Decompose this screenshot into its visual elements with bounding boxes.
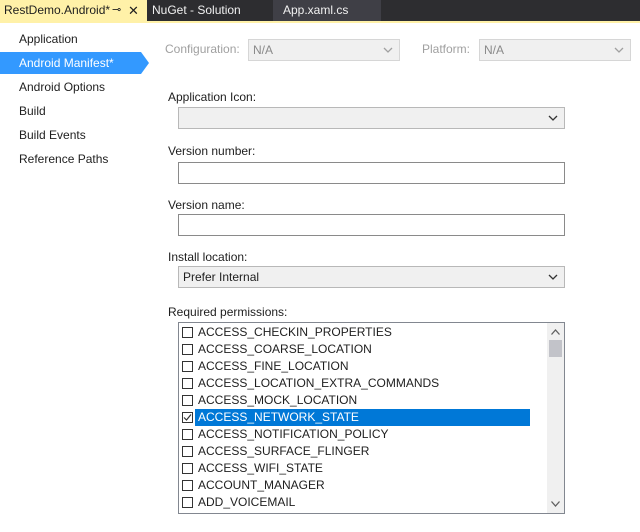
permission-label: ACCOUNT_MANAGER — [198, 478, 325, 492]
checkbox-unchecked[interactable] — [182, 327, 193, 338]
sidebar-item-label: Build Events — [19, 128, 86, 142]
tab-label: App.xaml.cs — [283, 3, 349, 17]
configuration-value: N/A — [253, 43, 274, 57]
pin-icon[interactable]: ⊸ — [112, 0, 121, 21]
checkbox-unchecked[interactable] — [182, 395, 193, 406]
permission-item[interactable]: ACCESS_NOTIFICATION_POLICY — [179, 426, 548, 443]
tab-label: RestDemo.Android* — [4, 3, 111, 17]
permission-item[interactable]: ACCESS_FINE_LOCATION — [179, 358, 548, 375]
permission-item[interactable]: ADD_VOICEMAIL — [179, 494, 548, 511]
platform-value: N/A — [484, 43, 505, 57]
platform-label: Platform: — [422, 42, 471, 56]
sidebar-item-label: Android Manifest* — [19, 56, 114, 70]
permissions-scrollbar[interactable] — [547, 323, 564, 513]
permission-item[interactable]: ACCESS_SURFACE_FLINGER — [179, 443, 548, 460]
version-name-input[interactable] — [179, 215, 564, 235]
sidebar-item-reference-paths[interactable]: Reference Paths — [0, 148, 141, 170]
checkbox-checked[interactable] — [182, 412, 193, 423]
version-number-input[interactable] — [179, 163, 564, 183]
android-manifest-page: Configuration: N/A Platform: N/A Applica… — [150, 23, 640, 532]
permission-label: ACCESS_MOCK_LOCATION — [198, 393, 358, 407]
sidebar-item-label: Reference Paths — [19, 152, 109, 166]
scroll-up-arrow-icon[interactable] — [551, 329, 560, 335]
tab-label: NuGet - Solution — [152, 3, 241, 17]
permission-label: ACCESS_LOCATION_EXTRA_COMMANDS — [198, 376, 440, 390]
checkbox-unchecked[interactable] — [182, 378, 193, 389]
permission-label: ACCESS_COARSE_LOCATION — [198, 342, 372, 356]
sidebar-item-build[interactable]: Build — [0, 100, 141, 122]
version-number-label: Version number: — [168, 144, 256, 158]
tab-restdemo-android[interactable]: RestDemo.Android* — [0, 0, 147, 21]
checkmark-icon — [183, 414, 192, 421]
permission-label: ACCESS_NETWORK_STATE — [195, 409, 530, 426]
permission-label: ACCESS_CHECKIN_PROPERTIES — [198, 325, 392, 339]
sidebar-item-application[interactable]: Application — [0, 28, 141, 50]
chevron-down-icon — [548, 274, 558, 280]
tab-nuget-solution[interactable]: NuGet - Solution — [147, 0, 273, 21]
permission-item[interactable]: ACCOUNT_MANAGER — [179, 477, 548, 494]
permission-item[interactable]: ACCESS_COARSE_LOCATION — [179, 341, 548, 358]
scrollbar-thumb[interactable] — [549, 340, 562, 357]
configuration-label: Configuration: — [165, 42, 240, 56]
version-name-label: Version name: — [168, 198, 245, 212]
selection-pointer — [141, 52, 149, 74]
permission-item[interactable]: ACCESS_MOCK_LOCATION — [179, 392, 548, 409]
checkbox-unchecked[interactable] — [182, 497, 193, 508]
permission-item[interactable]: ACCESS_LOCATION_EXTRA_COMMANDS — [179, 375, 548, 392]
sidebar-item-label: Application — [19, 32, 78, 46]
application-icon-dropdown[interactable] — [178, 107, 565, 129]
sidebar-item-android-manifest[interactable]: Android Manifest* — [0, 52, 141, 74]
sidebar-item-label: Build — [19, 104, 46, 118]
install-location-dropdown[interactable]: Prefer Internal — [178, 266, 565, 288]
project-properties-sidebar: Application Android Manifest* Android Op… — [0, 23, 150, 532]
chevron-down-icon — [614, 47, 624, 53]
sidebar-item-label: Android Options — [19, 80, 106, 94]
permission-item[interactable]: ACCESS_NETWORK_STATE — [179, 409, 548, 426]
permission-item[interactable]: ACCESS_CHECKIN_PROPERTIES — [179, 324, 548, 341]
application-icon-label: Application Icon: — [168, 90, 257, 104]
version-number-field[interactable] — [178, 162, 565, 184]
required-permissions-label: Required permissions: — [168, 305, 288, 319]
configuration-dropdown[interactable]: N/A — [248, 39, 400, 61]
checkbox-unchecked[interactable] — [182, 480, 193, 491]
chevron-down-icon — [548, 115, 558, 121]
version-name-field[interactable] — [178, 214, 565, 236]
checkbox-unchecked[interactable] — [182, 463, 193, 474]
platform-dropdown[interactable]: N/A — [479, 39, 631, 61]
permission-label: ADD_VOICEMAIL — [198, 495, 296, 509]
permission-label: ACCESS_WIFI_STATE — [198, 461, 323, 475]
permission-label: ACCESS_FINE_LOCATION — [198, 359, 349, 373]
checkbox-unchecked[interactable] — [182, 429, 193, 440]
document-tab-strip: RestDemo.Android* ⊸ ✕ NuGet - Solution A… — [0, 0, 640, 21]
tab-app-xaml-cs[interactable]: App.xaml.cs — [273, 0, 381, 21]
permission-label: ACCESS_SURFACE_FLINGER — [198, 444, 370, 458]
close-icon[interactable]: ✕ — [128, 0, 139, 21]
sidebar-item-android-options[interactable]: Android Options — [0, 76, 141, 98]
permission-item[interactable]: ACCESS_WIFI_STATE — [179, 460, 548, 477]
checkbox-unchecked[interactable] — [182, 446, 193, 457]
required-permissions-list[interactable]: ACCESS_CHECKIN_PROPERTIES ACCESS_COARSE_L… — [178, 322, 565, 514]
scroll-down-arrow-icon[interactable] — [551, 501, 560, 507]
checkbox-unchecked[interactable] — [182, 361, 193, 372]
checkbox-unchecked[interactable] — [182, 344, 193, 355]
install-location-value: Prefer Internal — [183, 270, 260, 284]
permission-label: ACCESS_NOTIFICATION_POLICY — [198, 427, 389, 441]
sidebar-item-build-events[interactable]: Build Events — [0, 124, 141, 146]
install-location-label: Install location: — [168, 250, 248, 264]
chevron-down-icon — [383, 47, 393, 53]
